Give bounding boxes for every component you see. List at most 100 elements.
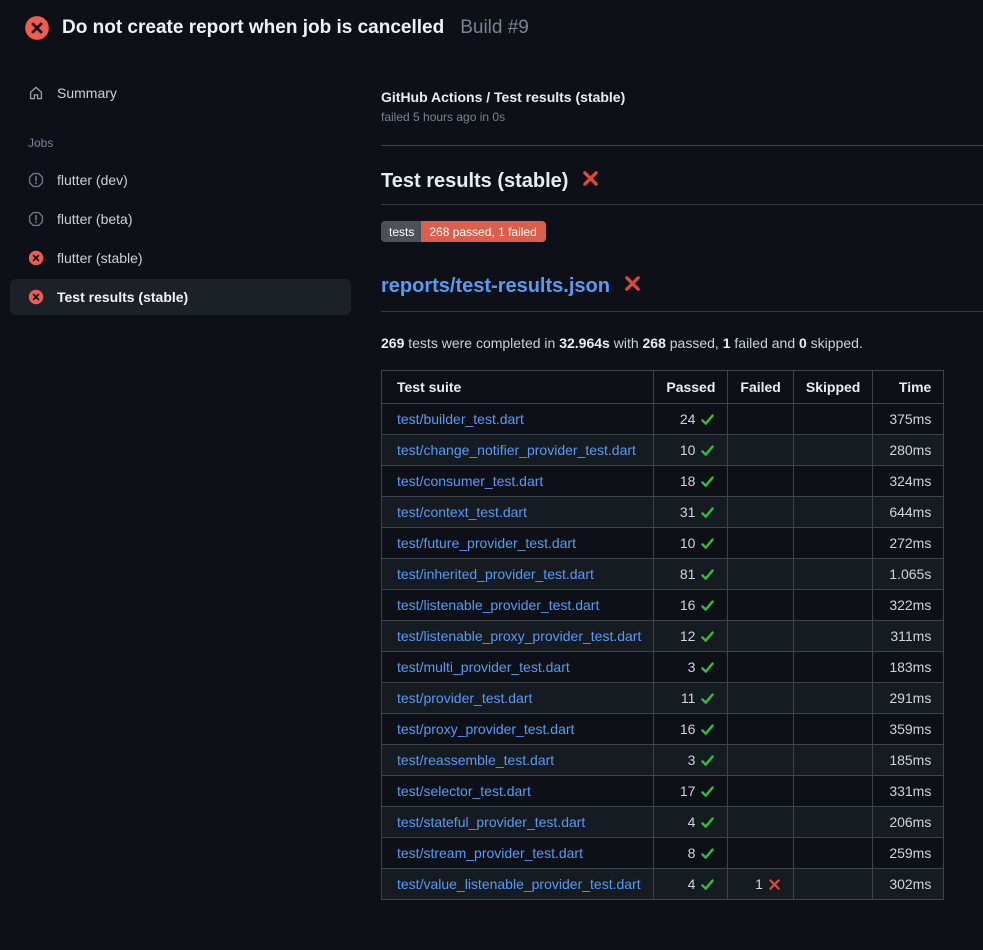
- cancelled-icon: [28, 211, 44, 227]
- summary-number: 0: [799, 335, 807, 351]
- test-suite-link[interactable]: test/stream_provider_test.dart: [397, 845, 583, 861]
- report-file-heading[interactable]: reports/test-results.json: [381, 274, 983, 312]
- table-row: test/value_listenable_provider_test.dart…: [382, 869, 944, 900]
- count-value: 17: [680, 783, 696, 799]
- test-suite-link[interactable]: test/selector_test.dart: [397, 783, 531, 799]
- sidebar-item-summary[interactable]: Summary: [10, 77, 351, 109]
- count-value: 1: [755, 876, 763, 892]
- time-cell: 280ms: [873, 435, 944, 466]
- failed-cell: [728, 776, 793, 807]
- test-suite-cell: test/provider_test.dart: [382, 683, 654, 714]
- test-suite-link[interactable]: test/change_notifier_provider_test.dart: [397, 442, 636, 458]
- test-suite-link[interactable]: test/multi_provider_test.dart: [397, 659, 570, 675]
- count-value: 4: [688, 876, 696, 892]
- table-body: test/builder_test.dart24375mstest/change…: [382, 404, 944, 900]
- check-icon: [700, 877, 715, 892]
- time-cell: 302ms: [873, 869, 944, 900]
- test-suite-link[interactable]: test/proxy_provider_test.dart: [397, 721, 574, 737]
- skipped-cell: [793, 497, 872, 528]
- time-cell: 311ms: [873, 621, 944, 652]
- report-file-link[interactable]: reports/test-results.json: [381, 275, 610, 298]
- failed-cell: [728, 404, 793, 435]
- table-header-row: Test suitePassedFailedSkippedTime: [382, 371, 944, 404]
- sidebar-item-flutter-beta-[interactable]: flutter (beta): [10, 201, 351, 237]
- failed-cell: [728, 652, 793, 683]
- failed-cell: [728, 745, 793, 776]
- column-header: Passed: [654, 371, 728, 404]
- test-suite-link[interactable]: test/provider_test.dart: [397, 690, 532, 706]
- count-value: 24: [680, 411, 696, 427]
- passed-cell: 4: [654, 807, 728, 838]
- table-row: test/selector_test.dart17331ms: [382, 776, 944, 807]
- skipped-cell: [793, 869, 872, 900]
- sidebar-item-test-results-stable-[interactable]: Test results (stable): [10, 279, 351, 315]
- test-suite-cell: test/inherited_provider_test.dart: [382, 559, 654, 590]
- failed-cell: [728, 466, 793, 497]
- cross-icon: [768, 878, 781, 891]
- jobs-section-label: Jobs: [28, 136, 351, 150]
- count-value: 18: [680, 473, 696, 489]
- check-icon: [700, 567, 715, 582]
- sidebar: Summary Jobs flutter (dev)flutter (beta)…: [0, 51, 381, 318]
- column-header: Skipped: [793, 371, 872, 404]
- skipped-cell: [793, 776, 872, 807]
- build-header: Do not create report when job is cancell…: [0, 0, 983, 51]
- skipped-cell: [793, 528, 872, 559]
- check-icon: [700, 536, 715, 551]
- check-icon: [700, 753, 715, 768]
- skipped-cell: [793, 683, 872, 714]
- test-suite-link[interactable]: test/consumer_test.dart: [397, 473, 543, 489]
- test-suite-link[interactable]: test/reassemble_test.dart: [397, 752, 554, 768]
- test-suite-cell: test/proxy_provider_test.dart: [382, 714, 654, 745]
- table-row: test/stateful_provider_test.dart 4 206ms: [382, 807, 944, 838]
- summary-number: 269: [381, 335, 404, 351]
- column-header: Failed: [728, 371, 793, 404]
- test-suite-link[interactable]: test/context_test.dart: [397, 504, 527, 520]
- passed-cell: 16: [654, 590, 728, 621]
- summary-text: with: [610, 335, 643, 351]
- test-suite-link[interactable]: test/future_provider_test.dart: [397, 535, 576, 551]
- time-cell: 206ms: [873, 807, 944, 838]
- failed-cell: [728, 435, 793, 466]
- failed-icon: [28, 289, 44, 305]
- test-suite-cell: test/consumer_test.dart: [382, 466, 654, 497]
- count-value: 10: [680, 442, 696, 458]
- passed-cell: 12: [654, 621, 728, 652]
- job-label: flutter (stable): [57, 250, 143, 266]
- test-suite-link[interactable]: test/stateful_provider_test.dart: [397, 814, 585, 830]
- check-icon: [700, 722, 715, 737]
- section-title-text: Test results (stable): [381, 170, 568, 193]
- test-suite-link[interactable]: test/value_listenable_provider_test.dart: [397, 876, 641, 892]
- count-value: 3: [688, 752, 696, 768]
- badge-value: 268 passed, 1 failed: [421, 221, 545, 242]
- build-number: Build #9: [460, 17, 529, 39]
- sidebar-item-flutter-dev-[interactable]: flutter (dev): [10, 162, 351, 198]
- passed-cell: 8: [654, 838, 728, 869]
- passed-cell: 10: [654, 528, 728, 559]
- summary-text: tests were completed in: [404, 335, 559, 351]
- test-suite-link[interactable]: test/listenable_proxy_provider_test.dart: [397, 628, 641, 644]
- summary-number: 268: [643, 335, 666, 351]
- test-suite-cell: test/multi_provider_test.dart: [382, 652, 654, 683]
- check-icon: [700, 598, 715, 613]
- jobs-list: flutter (dev)flutter (beta) flutter (stab…: [10, 162, 351, 315]
- test-suite-cell: test/context_test.dart: [382, 497, 654, 528]
- count-value: 16: [680, 721, 696, 737]
- sidebar-item-flutter-stable-[interactable]: flutter (stable): [10, 240, 351, 276]
- skipped-cell: [793, 652, 872, 683]
- table-row: test/context_test.dart31644ms: [382, 497, 944, 528]
- test-suite-link[interactable]: test/builder_test.dart: [397, 411, 524, 427]
- passed-cell: 10: [654, 435, 728, 466]
- skipped-cell: [793, 621, 872, 652]
- check-icon: [700, 815, 715, 830]
- badge-label: tests: [381, 221, 421, 242]
- skipped-cell: [793, 745, 872, 776]
- summary-number: 32.964s: [559, 335, 610, 351]
- passed-cell: 18: [654, 466, 728, 497]
- check-icon: [700, 660, 715, 675]
- failed-cell: [728, 714, 793, 745]
- test-suite-link[interactable]: test/listenable_provider_test.dart: [397, 597, 599, 613]
- test-suite-link[interactable]: test/inherited_provider_test.dart: [397, 566, 594, 582]
- time-cell: 259ms: [873, 838, 944, 869]
- time-cell: 322ms: [873, 590, 944, 621]
